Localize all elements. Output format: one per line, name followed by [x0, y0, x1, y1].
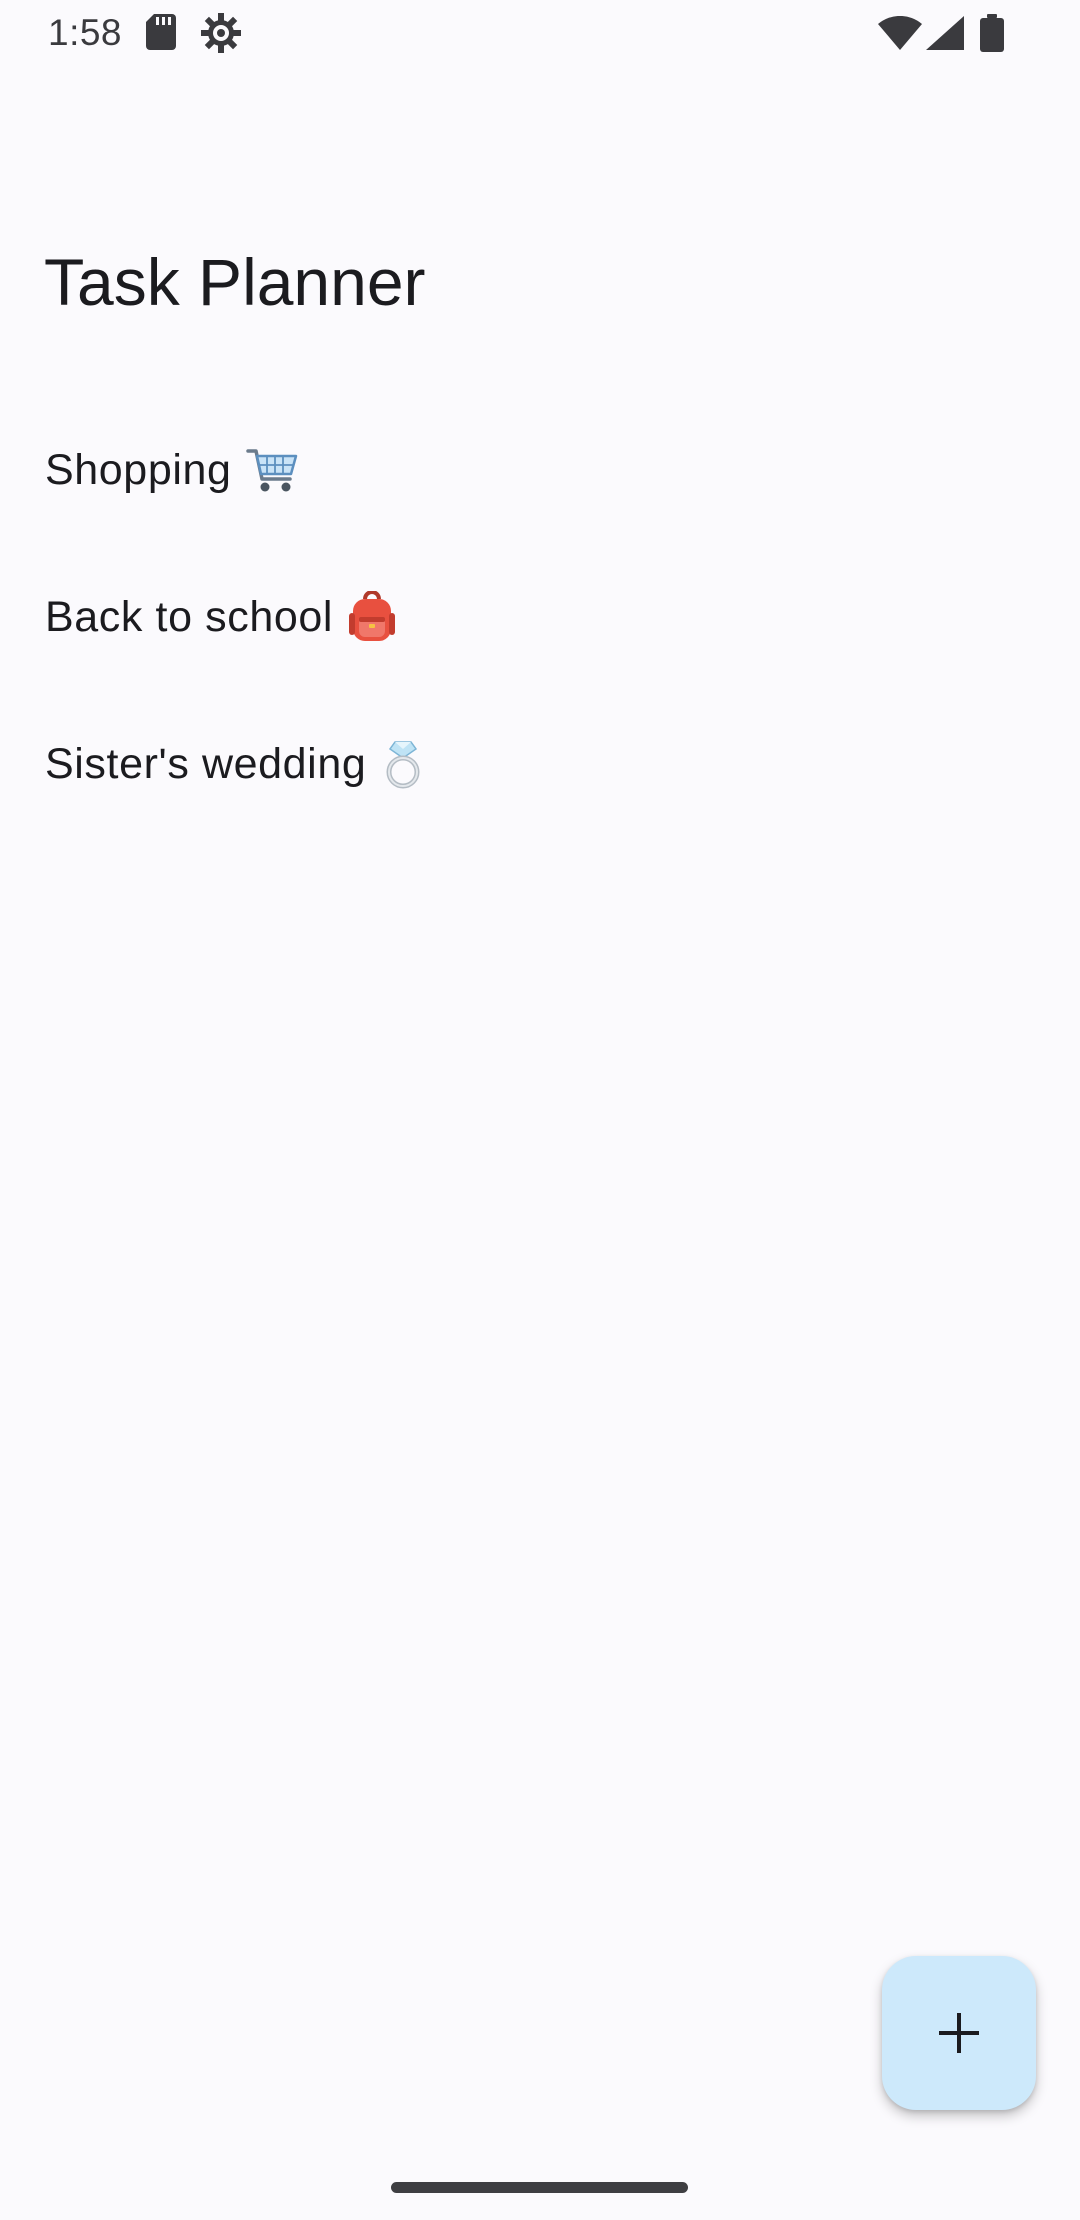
task-label: Sister's wedding [45, 739, 367, 788]
sd-card-icon [146, 14, 176, 50]
task-label: Back to school [45, 592, 334, 641]
ring-icon [386, 740, 420, 788]
task-list: Shopping Back to school Sister's wedding [0, 396, 1080, 837]
task-item-back-to-school[interactable]: Back to school [0, 543, 1080, 690]
wifi-icon [878, 16, 922, 50]
backpack-icon [349, 590, 396, 641]
home-indicator[interactable] [391, 2182, 688, 2193]
settings-icon [201, 13, 241, 53]
task-item-sisters-wedding[interactable]: Sister's wedding [0, 690, 1080, 837]
shopping-cart-icon [245, 448, 297, 491]
battery-icon [980, 14, 1004, 52]
add-task-button[interactable] [882, 1956, 1036, 2110]
task-item-shopping[interactable]: Shopping [0, 396, 1080, 543]
task-label: Shopping [45, 445, 232, 494]
page-title: Task Planner [44, 245, 426, 319]
plus-icon [939, 2013, 979, 2053]
status-time: 1:58 [48, 12, 123, 53]
status-bar: 1:58 [0, 0, 1080, 66]
cell-signal-icon [926, 16, 964, 50]
